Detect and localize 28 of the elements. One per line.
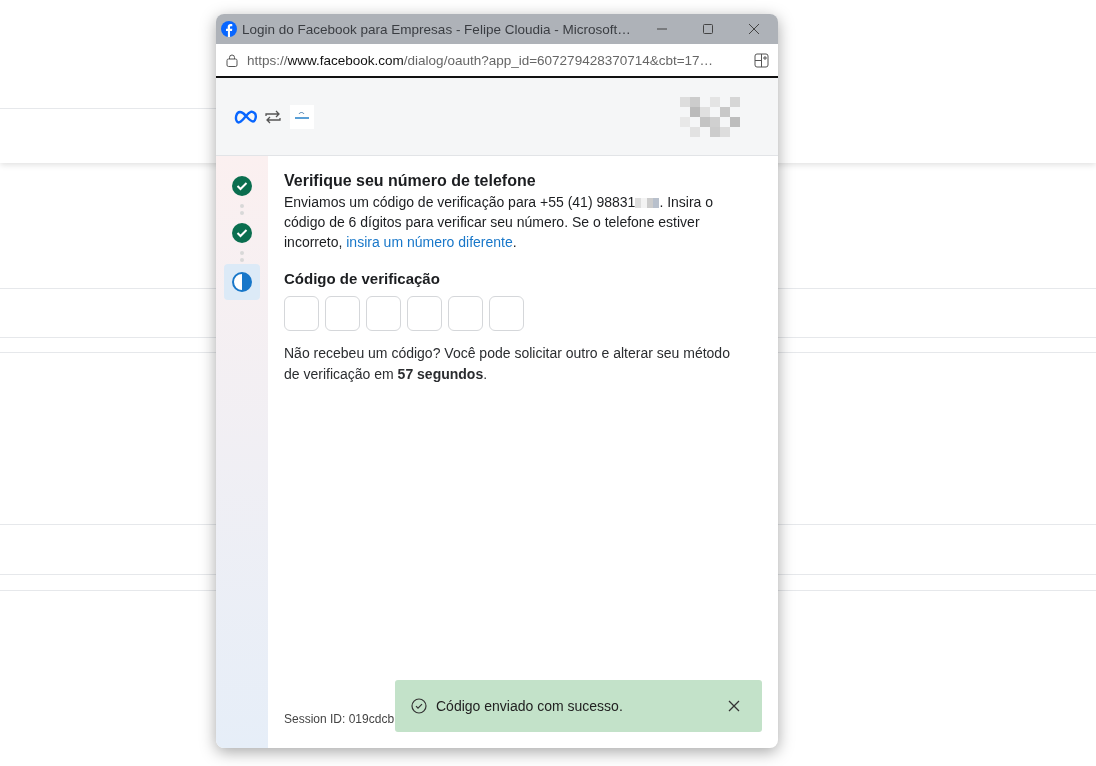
close-icon[interactable] <box>728 700 740 712</box>
app-add-icon[interactable] <box>754 52 769 68</box>
different-number-link[interactable]: insira um número diferente <box>346 234 513 250</box>
code-label: Código de verificação <box>284 270 441 287</box>
lock-icon <box>226 53 238 67</box>
code-digit-field[interactable] <box>284 296 319 331</box>
window-title: Login do Facebook para Empresas - Felipe Cloudia - Microsoft… <box>242 21 632 37</box>
url-text[interactable]: https://www.facebook.com/dialog/oauth?app_id=607279428370714&cbt=17… <box>247 52 745 68</box>
code-digit-field[interactable] <box>489 296 524 331</box>
sync-arrows-icon <box>264 108 282 125</box>
app-logo-icon <box>290 104 314 129</box>
code-digit-field[interactable] <box>325 296 360 331</box>
code-digit-field[interactable] <box>407 296 442 331</box>
facebook-logo-icon <box>221 21 237 37</box>
code-digit-field[interactable] <box>448 296 483 331</box>
pixelated-redaction <box>635 198 660 209</box>
maximize-icon[interactable] <box>702 23 714 35</box>
heading: Verifique seu número de telefone <box>284 172 537 190</box>
intro-paragraph: Enviamos um código de verificação para +55 (41) 98831 . Insira o código de 6 dígitos para verificar seu número. Se o telefone estiver incorreto, insira um número diferente. <box>284 193 715 252</box>
pixelated-avatar-icon <box>680 94 740 139</box>
half-circle-icon <box>232 272 252 292</box>
resend-note: Não recebeu um código? Você pode solicitar outro e alterar seu método de verificação em 57 segundos. <box>284 344 731 384</box>
close-icon[interactable] <box>748 23 760 35</box>
check-circle-icon <box>411 698 427 714</box>
code-digit-field[interactable] <box>366 296 401 331</box>
session-id: Session ID: 019cdcb <box>284 712 396 726</box>
toast-message: Código enviado com sucesso. <box>436 698 624 714</box>
meta-logo-icon <box>234 109 258 124</box>
